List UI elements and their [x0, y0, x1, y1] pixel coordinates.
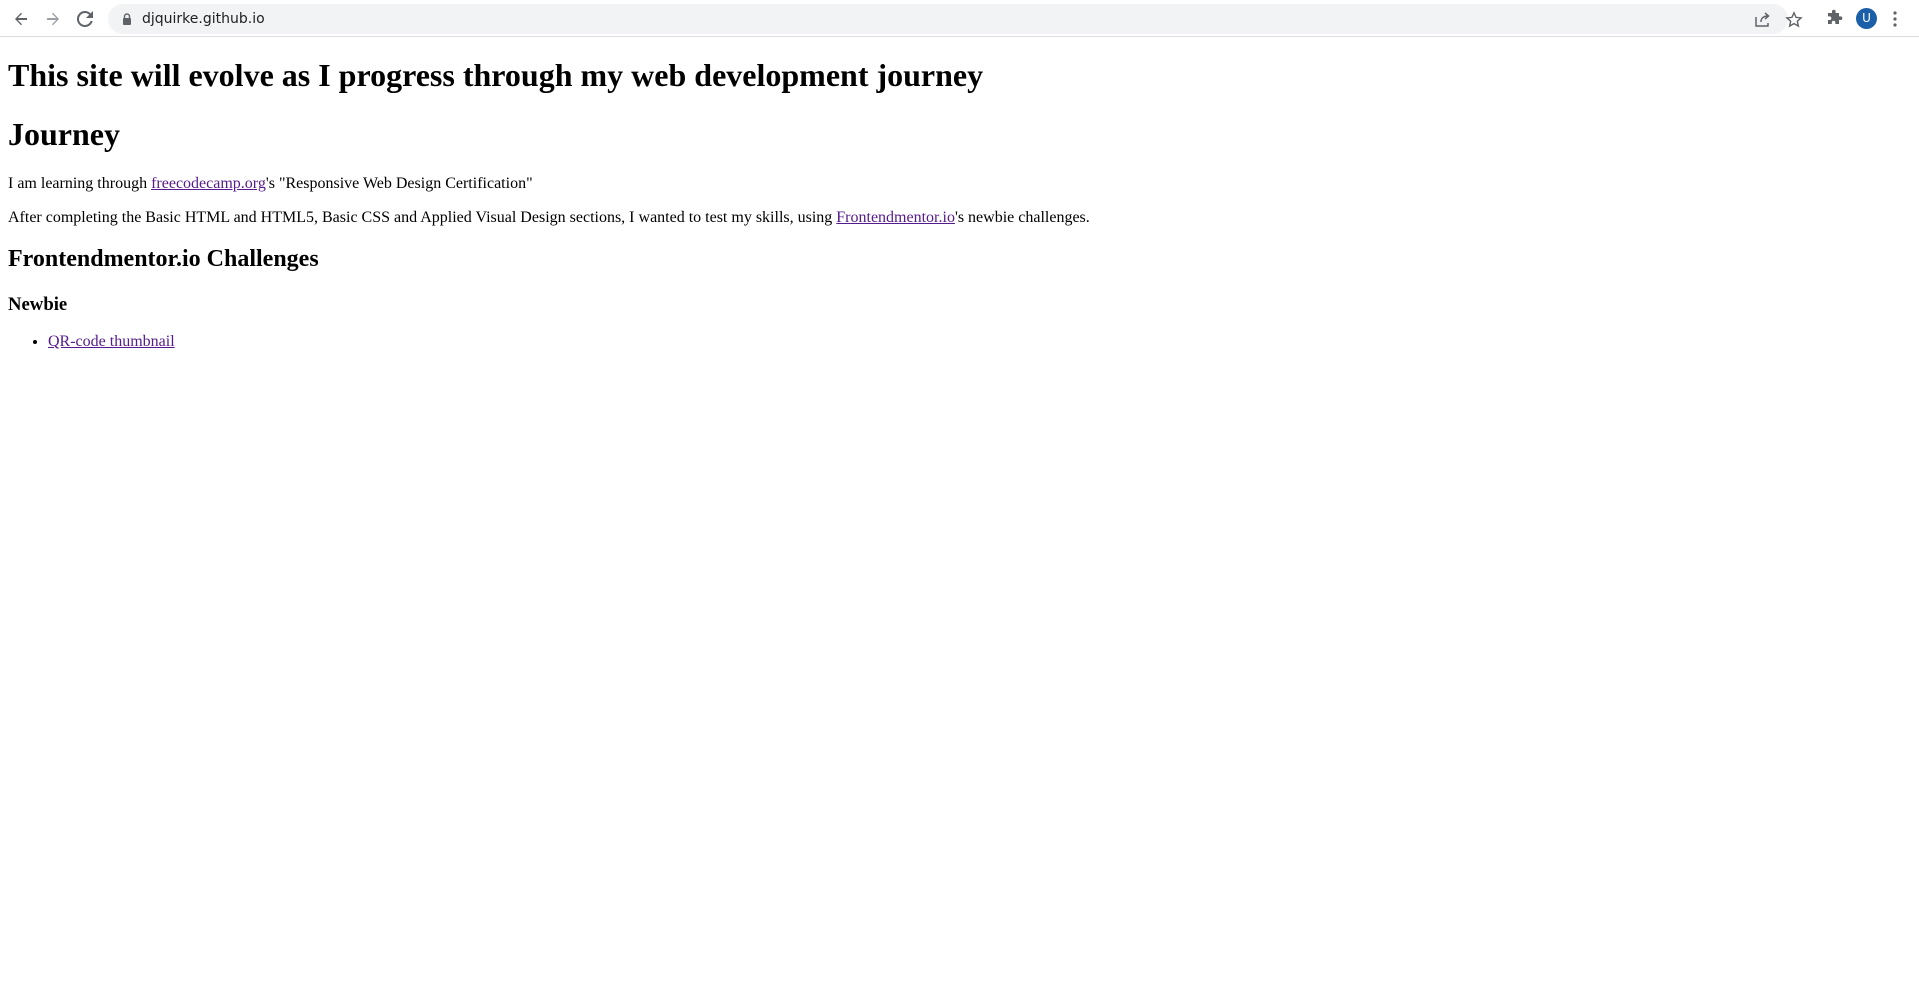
profile-avatar[interactable]: U [1856, 8, 1877, 29]
back-arrow-icon [15, 12, 27, 26]
newbie-heading: Newbie [8, 294, 68, 315]
journey-paragraph-2: After completing the Basic HTML and HTML… [8, 209, 1090, 227]
journey-heading: Journey [8, 116, 120, 152]
browser-toolbar: djquirke.github.io U [0, 0, 1919, 37]
star-icon[interactable] [1785, 11, 1803, 29]
para1-text-after: 's "Responsive Web Design Certification" [265, 175, 533, 192]
challenges-heading: Frontendmentor.io Challenges [8, 246, 319, 272]
reload-icon [77, 11, 93, 27]
forward-arrow-icon [47, 12, 59, 26]
lock-icon[interactable] [120, 12, 134, 26]
journey-paragraph-1: I am learning through freecodecamp.org's… [8, 175, 533, 193]
more-vert-icon[interactable] [1892, 9, 1898, 29]
qr-code-thumbnail-link[interactable]: QR-code thumbnail [48, 333, 175, 350]
url-text[interactable]: djquirke.github.io [142, 4, 265, 34]
para2-text-after: 's newbie challenges. [954, 209, 1090, 226]
para1-text-before: I am learning through [8, 175, 152, 192]
list-item: QR-code thumbnail [48, 333, 175, 351]
newbie-challenge-list: QR-code thumbnail [8, 333, 175, 351]
forward-button[interactable] [40, 6, 66, 32]
address-bar[interactable]: djquirke.github.io [108, 4, 1803, 34]
page-title: This site will evolve as I progress thro… [8, 57, 984, 93]
share-icon[interactable] [1753, 11, 1771, 29]
freecodecamp-link[interactable]: freecodecamp.org [151, 175, 266, 192]
para2-text-before: After completing the Basic HTML and HTML… [8, 209, 837, 226]
back-button[interactable] [8, 6, 34, 32]
puzzle-icon[interactable] [1824, 9, 1844, 29]
reload-button[interactable] [72, 6, 98, 32]
frontendmentor-link[interactable]: Frontendmentor.io [836, 209, 955, 226]
